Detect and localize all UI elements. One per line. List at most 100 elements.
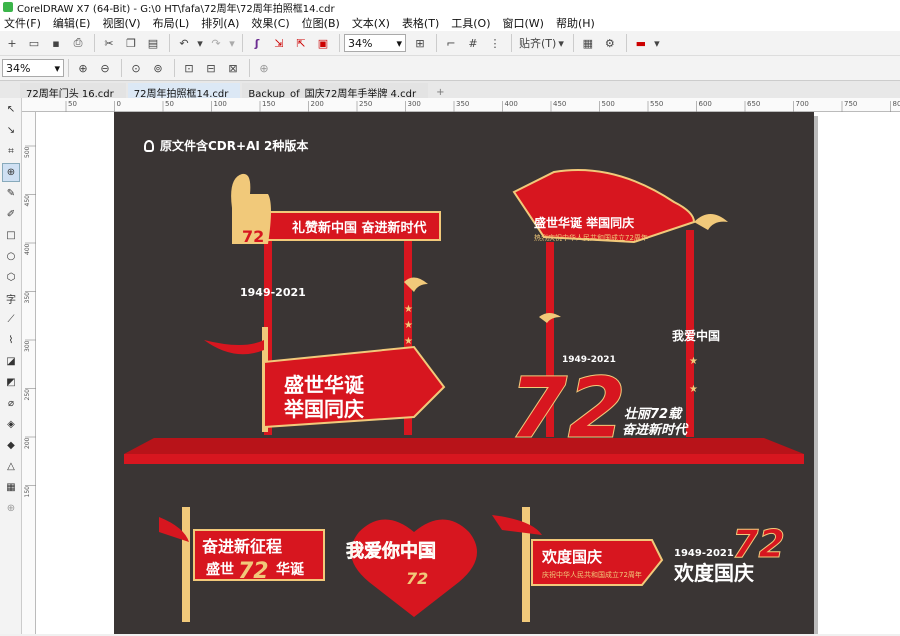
show-rulers-icon[interactable]: ⌐ (441, 33, 461, 53)
redo-dropdown-icon[interactable]: ▾ (228, 33, 236, 53)
artboard-page[interactable]: 原文件含CDR+AI 2种版本 礼赞新中国 奋进新时代 72 1949-2021… (114, 112, 814, 634)
zoom-to-page-width-icon[interactable]: ⊟ (201, 58, 221, 78)
menu-tools[interactable]: 工具(O) (451, 15, 490, 31)
zoom-tool-icon[interactable]: ⊕ (2, 163, 20, 182)
window-title: CorelDRAW X7 (64-Bit) - G:\0 HT\fafa\72周… (17, 0, 335, 15)
zoom-out-icon[interactable]: ⊖ (95, 58, 115, 78)
zoom-in-icon[interactable]: ⊕ (73, 58, 93, 78)
smart-fill-tool-icon[interactable]: ◆ (2, 436, 20, 455)
menu-text[interactable]: 文本(X) (352, 15, 390, 31)
ellipse-tool-icon[interactable]: ○ (2, 247, 20, 266)
outline-pen-icon[interactable]: △ (2, 457, 20, 476)
full-screen-preview-icon[interactable]: ⊞ (410, 33, 430, 53)
add-toolbar-item-icon[interactable]: ⊕ (254, 58, 274, 78)
open-folder-icon[interactable]: ▭ (24, 33, 44, 53)
horizontal-ruler[interactable]: 5005010015020025030035040045050055060065… (22, 98, 900, 112)
menu-layout[interactable]: 布局(L) (153, 15, 190, 31)
add-tool-icon[interactable]: ⊕ (2, 499, 20, 518)
flag-subtitle: 热烈庆祝中华人民共和国成立72周年 (534, 233, 648, 242)
ribbon-left (492, 515, 542, 535)
menu-effects[interactable]: 效果(C) (251, 15, 289, 31)
zoom-to-selected-icon[interactable]: ⊙ (126, 58, 146, 78)
drop-shadow-tool-icon[interactable]: ◪ (2, 352, 20, 371)
connector-tool-icon[interactable]: ⌇ (2, 331, 20, 350)
print-icon[interactable]: ⎙ (68, 33, 88, 53)
table-tool-icon[interactable]: ▦ (2, 478, 20, 497)
text-tool-icon[interactable]: 字 (2, 289, 20, 308)
rectangle-tool-icon[interactable]: □ (2, 226, 20, 245)
frame2-slogan-line2: 奋进新时代 (622, 422, 689, 438)
menu-edit[interactable]: 编辑(E) (53, 15, 91, 31)
sign3-title: 欢度国庆 (541, 548, 602, 566)
toolbar-separator (511, 34, 512, 52)
stage-platform-top (124, 438, 804, 454)
tab-72-photo-frame[interactable]: 72周年拍照框14.cdr (128, 83, 241, 98)
paste-icon[interactable]: ▤ (143, 33, 163, 53)
frame2-year-badge: 1949-2021 (562, 355, 616, 365)
frame2-big-number: 72 (509, 359, 626, 457)
menu-window[interactable]: 窗口(W) (503, 15, 544, 31)
ruler-label: 750 (844, 100, 857, 108)
sign4-years: 1949-2021 (674, 548, 734, 559)
menu-bitmaps[interactable]: 位图(B) (302, 15, 340, 31)
show-grid-icon[interactable]: # (463, 33, 483, 53)
property-zoom-select[interactable]: 34% ▾ (2, 59, 64, 77)
export-icon[interactable]: ⇱ (291, 33, 311, 53)
interactive-fill-tool-icon[interactable]: ◈ (2, 415, 20, 434)
shape-tool-icon[interactable]: ↘ (2, 121, 20, 140)
publish-pdf-icon[interactable]: ▣ (313, 33, 333, 53)
menu-view[interactable]: 视图(V) (102, 15, 140, 31)
zoom-to-all-objects-icon[interactable]: ⊚ (148, 58, 168, 78)
menu-table[interactable]: 表格(T) (402, 15, 439, 31)
undo-icon[interactable]: ↶ (174, 33, 194, 53)
save-icon[interactable]: ▪ (46, 33, 66, 53)
zoom-to-page-icon[interactable]: ⊡ (179, 58, 199, 78)
add-tab-icon[interactable]: + (430, 87, 450, 98)
frame2-side-text: 我爱中国 (672, 328, 720, 343)
snap-to-button[interactable]: 贴齐(T) ▾ (516, 33, 567, 53)
menu-arrange[interactable]: 排列(A) (201, 15, 239, 31)
welcome-screen-icon[interactable]: ▦ (578, 33, 598, 53)
options-icon[interactable]: ⚙ (600, 33, 620, 53)
redo-icon[interactable]: ↷ (206, 33, 226, 53)
star-icon: ★ (404, 304, 413, 315)
cut-icon[interactable]: ✂ (99, 33, 119, 53)
tab-backup-hand-sign[interactable]: Backup_of_国庆72周年手举牌 4.cdr (242, 83, 428, 98)
drawing-canvas[interactable]: 原文件含CDR+AI 2种版本 礼赞新中国 奋进新时代 72 1949-2021… (36, 112, 900, 634)
copy-icon[interactable]: ❐ (121, 33, 141, 53)
hand-sign-4: 72 1949-2021 欢度国庆 (673, 522, 785, 585)
application-launcher-icon[interactable]: ▬ (631, 33, 651, 53)
ruler-label: 100 (214, 100, 227, 108)
transparency-tool-icon[interactable]: ◩ (2, 373, 20, 392)
zoom-to-page-height-icon[interactable]: ⊠ (223, 58, 243, 78)
vertical-ruler[interactable]: 500450400350300250200150 (22, 112, 36, 634)
polygon-tool-icon[interactable]: ⬡ (2, 268, 20, 287)
search-content-icon[interactable]: ʃ (247, 33, 267, 53)
launcher-dropdown-icon[interactable]: ▾ (653, 33, 661, 53)
flag-banner (514, 170, 694, 242)
title-bar: CorelDRAW X7 (64-Bit) - G:\0 HT\fafa\72周… (0, 0, 900, 14)
show-guidelines-icon[interactable]: ⋮ (485, 33, 505, 53)
standard-toolbar: + ▭ ▪ ⎙ ✂ ❐ ▤ ↶ ▾ ↷ ▾ ʃ ⇲ ⇱ ▣ 34% ▾ ⊞ ⌐ … (0, 31, 900, 56)
parallel-dimension-tool-icon[interactable]: ⟋ (2, 310, 20, 329)
page-shadow (814, 116, 818, 634)
crop-tool-icon[interactable]: ⌗ (2, 142, 20, 161)
toolbar-separator (169, 34, 170, 52)
color-eyedropper-tool-icon[interactable]: ⌀ (2, 394, 20, 413)
menu-help[interactable]: 帮助(H) (556, 15, 595, 31)
import-icon[interactable]: ⇲ (269, 33, 289, 53)
new-document-icon[interactable]: + (2, 33, 22, 53)
artistic-media-tool-icon[interactable]: ✐ (2, 205, 20, 224)
menu-file[interactable]: 文件(F) (4, 15, 41, 31)
hand-sign-1: 奋进新征程 盛世 72 华诞 (159, 507, 324, 622)
tab-72-door-header[interactable]: 72周年门头 16.cdr (20, 83, 126, 98)
coreldraw-app-icon (3, 2, 13, 12)
frame2-slogan-line1: 壮丽72载 (624, 406, 683, 422)
star-icon: ★ (689, 356, 698, 367)
zoom-level-select[interactable]: 34% ▾ (344, 34, 406, 52)
ruler-label: 600 (699, 100, 712, 108)
freehand-tool-icon[interactable]: ✎ (2, 184, 20, 203)
sign4-number: 72 (732, 522, 785, 566)
undo-dropdown-icon[interactable]: ▾ (196, 33, 204, 53)
pick-tool-icon[interactable]: ↖ (2, 100, 20, 119)
